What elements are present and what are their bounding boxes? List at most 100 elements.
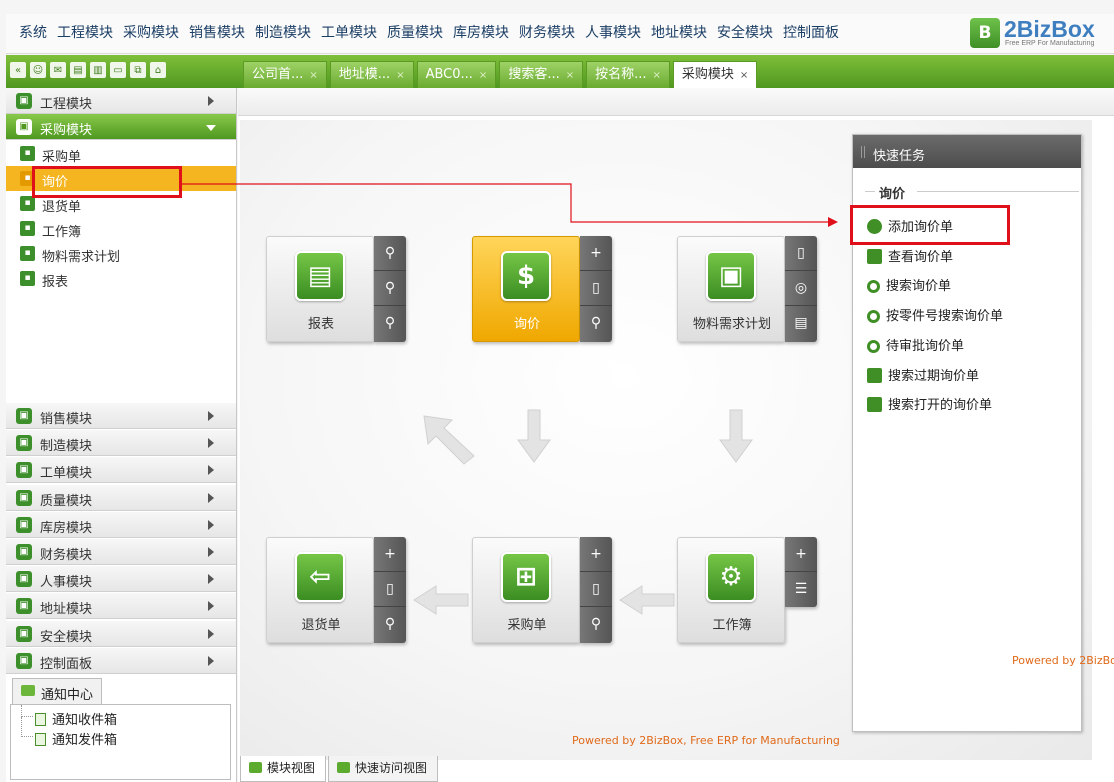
org-icon[interactable]: ⧉ (130, 62, 146, 78)
close-icon[interactable]: × (479, 70, 487, 81)
users-icon[interactable]: ☺ (30, 62, 46, 78)
tile-face[interactable]: ⚙ 工作簿 (677, 537, 785, 643)
drag-handle-icon[interactable] (861, 146, 865, 158)
tile-purchase-order[interactable]: ⊞ 采购单 + ▯ ⚲ (472, 537, 612, 643)
tile-inquiry[interactable]: $ 询价 + ▯ ⚲ (472, 236, 612, 342)
tab-3[interactable]: 搜索客... × (499, 61, 584, 88)
sidebar-module-2[interactable]: ▣ 工单模块 (6, 457, 236, 484)
search-icon[interactable]: ⚲ (580, 607, 612, 642)
tile-face[interactable]: $ 询价 (472, 236, 580, 342)
notification-inbox[interactable]: 通知收件箱 (35, 709, 117, 728)
sidebar-item-label: 物料需求计划 (42, 250, 121, 265)
tile-mrp[interactable]: ▣ 物料需求计划 ▯ ◎ ▤ (677, 236, 817, 342)
tile-face[interactable]: ⊞ 采购单 (472, 537, 580, 643)
sidebar-module-engineering[interactable]: ▣ 工程模块 (6, 88, 236, 114)
menu-item[interactable]: 制造模块 (250, 22, 316, 44)
view-icon[interactable]: ▯ (580, 271, 612, 306)
sidebar-module-9[interactable]: ▣ 控制面板 (6, 647, 236, 674)
tab-module-view[interactable]: 模块视图 (240, 756, 327, 782)
add-icon[interactable]: + (580, 537, 612, 572)
sidebar-module-4[interactable]: ▣ 库房模块 (6, 511, 236, 538)
sidebar-module-8[interactable]: ▣ 安全模块 (6, 620, 236, 647)
menu-item[interactable]: 工程模块 (52, 22, 118, 44)
search-icon[interactable]: ⚲ (374, 607, 406, 642)
sidebar-module-7[interactable]: ▣ 地址模块 (6, 593, 236, 620)
sidebar-module-purchase[interactable]: ▣ 采购模块 (6, 114, 236, 140)
chart-icon[interactable]: ▥ (90, 62, 106, 78)
menu-item[interactable]: 人事模块 (580, 22, 646, 44)
quick-tasks-header: 快速任务 (853, 135, 1081, 168)
module-view-icon (249, 762, 262, 773)
menu-item[interactable]: 采购模块 (118, 22, 184, 44)
document-icon[interactable]: ▤ (785, 306, 817, 341)
view-tab-label: 模块视图 (267, 761, 316, 775)
menu-item[interactable]: 财务模块 (514, 22, 580, 44)
print-icon[interactable]: ▤ (70, 62, 86, 78)
sidebar-module-3[interactable]: ▣ 质量模块 (6, 484, 236, 511)
close-icon[interactable]: × (396, 70, 404, 81)
quick-task-item[interactable]: 待审批询价单 (867, 335, 964, 354)
tab-0[interactable]: 公司首... × (243, 61, 327, 88)
tab-1[interactable]: 地址模... × (329, 61, 414, 88)
sidebar-module-1[interactable]: ▣ 制造模块 (6, 430, 236, 457)
search-icon[interactable]: ⚲ (374, 271, 406, 306)
sidebar-item-report[interactable]: ▪ 报表 (6, 266, 236, 291)
menu-item[interactable]: 控制面板 (778, 22, 844, 44)
sidebar-module-label: 工单模块 (40, 466, 93, 482)
sidebar-item-mrp[interactable]: ▪ 物料需求计划 (6, 241, 236, 266)
mail-icon[interactable]: ✉ (50, 62, 66, 78)
tab-notification-center[interactable]: 通知中心 (12, 678, 102, 704)
view-icon[interactable]: ▯ (785, 236, 817, 271)
close-icon[interactable]: × (309, 70, 317, 81)
quick-task-item[interactable]: 搜索打开的询价单 (867, 394, 992, 413)
view-icon[interactable]: ▯ (374, 572, 406, 607)
window-icon[interactable]: ▭ (110, 62, 126, 78)
notification-outbox[interactable]: 通知发件箱 (35, 729, 117, 748)
view-tab-label: 快速访问视图 (355, 761, 428, 775)
view-icon[interactable]: ▯ (580, 572, 612, 607)
tile-return[interactable]: ⇦ 退货单 + ▯ ⚲ (266, 537, 406, 643)
menu-item[interactable]: 库房模块 (448, 22, 514, 44)
sidebar-module-0[interactable]: ▣ 销售模块 (6, 403, 236, 429)
menu-item[interactable]: 质量模块 (382, 22, 448, 44)
menu-item[interactable]: 安全模块 (712, 22, 778, 44)
tile-face[interactable]: ▤ 报表 (266, 236, 374, 342)
add-icon[interactable]: + (374, 537, 406, 572)
tab-5[interactable]: 采购模块 × (672, 61, 758, 88)
logo-mark: B (970, 18, 1000, 48)
tab-quick-access-view[interactable]: 快速访问视图 (328, 756, 439, 782)
menu-item[interactable]: 系统 (14, 22, 52, 44)
search-icon[interactable]: ⚲ (580, 306, 612, 341)
list-icon[interactable]: ☰ (785, 572, 817, 607)
sidebar-module-5[interactable]: ▣ 财务模块 (6, 539, 236, 565)
sidebar-module-label: 采购模块 (40, 123, 93, 138)
search-icon[interactable]: ⚲ (374, 306, 406, 341)
add-icon[interactable]: + (785, 537, 817, 572)
tile-face[interactable]: ⇦ 退货单 (266, 537, 374, 643)
tab-4[interactable]: 按名称... × (586, 61, 670, 88)
quick-task-item[interactable]: 搜索询价单 (867, 275, 951, 294)
tile-report[interactable]: ▤ 报表 ⚲ ⚲ ⚲ (266, 236, 406, 342)
tile-face[interactable]: ▣ 物料需求计划 (677, 236, 785, 342)
tile-label: 物料需求计划 (692, 317, 771, 332)
menu-item[interactable]: 工单模块 (316, 22, 382, 44)
close-icon[interactable]: × (566, 70, 574, 81)
tab-2[interactable]: ABC0... × (416, 61, 497, 88)
collapse-icon[interactable]: « (10, 62, 26, 78)
home-icon[interactable]: ⌂ (150, 62, 166, 78)
sidebar-module-6[interactable]: ▣ 人事模块 (6, 566, 236, 593)
close-icon[interactable]: × (653, 70, 661, 81)
add-icon[interactable]: + (580, 236, 612, 271)
tile-workbook[interactable]: ⚙ 工作簿 + ☰ (677, 537, 817, 643)
search-icon[interactable]: ⚲ (374, 236, 406, 271)
main-header-strip (238, 88, 1114, 116)
quick-task-item[interactable]: 搜索过期询价单 (867, 365, 979, 384)
quick-task-item[interactable]: 按零件号搜索询价单 (867, 305, 1003, 324)
menu-item[interactable]: 地址模块 (646, 22, 712, 44)
settings-icon[interactable]: ◎ (785, 271, 817, 306)
menu-item[interactable]: 销售模块 (184, 22, 250, 44)
search-icon (867, 280, 880, 294)
sidebar-item-cart[interactable]: ▪ 采购单 (6, 141, 236, 166)
close-icon[interactable]: × (740, 70, 748, 81)
quick-task-item[interactable]: 查看询价单 (867, 246, 953, 265)
